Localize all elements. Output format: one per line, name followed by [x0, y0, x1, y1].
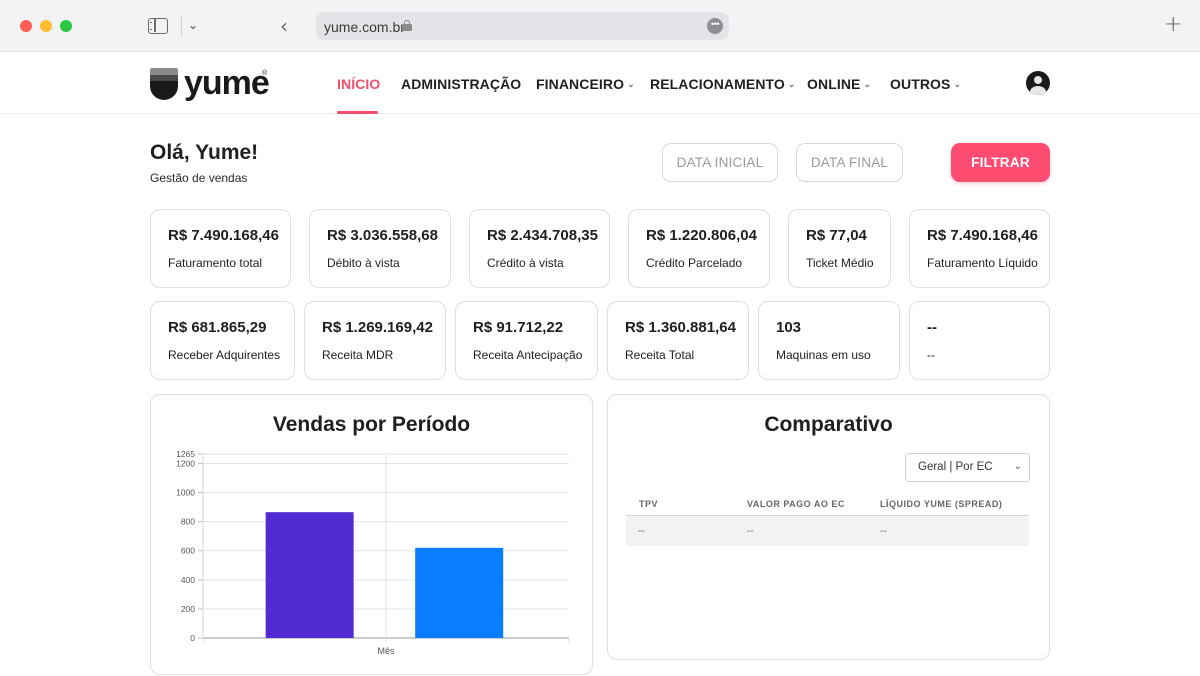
- y-tick-label: 800: [181, 517, 195, 527]
- kpi-label: Maquinas em uso: [776, 348, 871, 362]
- kpi-value: --: [927, 319, 937, 336]
- y-tick-label: 1265: [176, 449, 195, 459]
- sales-chart-panel: Vendas por Período 0 200 400 600 800 1000 1200…: [150, 394, 593, 675]
- column-header-tpv: TPV: [639, 499, 659, 509]
- back-arrow-icon[interactable]: ‹: [280, 14, 288, 38]
- kpi-label: Receita MDR: [322, 348, 394, 362]
- logo-mark-icon: [150, 68, 178, 100]
- page-title: Olá, Yume!: [150, 141, 259, 164]
- kpi-value: R$ 7.490.168,46: [168, 227, 279, 244]
- kpi-card: R$ 91.712,22 Receita Antecipação: [455, 301, 598, 380]
- kpi-label: Faturamento Líquido: [927, 256, 1038, 270]
- chevron-down-icon[interactable]: ⌄: [188, 18, 198, 32]
- kpi-value: R$ 7.490.168,46: [927, 227, 1038, 244]
- new-tab-icon[interactable]: +: [1164, 12, 1182, 37]
- bar-series-2: [415, 547, 504, 638]
- kpi-card: R$ 1.360.881,64 Receita Total: [607, 301, 749, 380]
- active-tab-indicator: [337, 111, 378, 114]
- filter-button[interactable]: FILTRAR: [951, 143, 1050, 182]
- kpi-card: R$ 3.036.558,68 Débito à vista: [309, 209, 451, 288]
- chevron-down-icon: ⌄: [1013, 461, 1022, 472]
- sidebar-toggle-icon[interactable]: [148, 18, 168, 34]
- address-bar[interactable]: yume.com.br •••: [316, 12, 729, 40]
- kpi-label: Receber Adquirentes: [168, 348, 281, 362]
- kpi-card: R$ 7.490.168,46 Faturamento total: [150, 209, 291, 288]
- kpi-label: Ticket Médio: [806, 256, 874, 270]
- kpi-card: R$ 2.434.708,35 Crédito à vista: [469, 209, 610, 288]
- chevron-down-icon: ⌄: [627, 79, 635, 89]
- y-tick-label: 200: [181, 604, 195, 614]
- kpi-value: R$ 91.712,22: [473, 319, 564, 336]
- chevron-down-icon: ⌄: [863, 79, 872, 89]
- table-cell: --: [880, 526, 887, 537]
- registered-mark: ®: [262, 70, 268, 77]
- kpi-card: R$ 77,04 Ticket Médio: [788, 209, 891, 288]
- y-tick-label: 600: [181, 546, 195, 556]
- kpi-card: R$ 681.865,29 Receber Adquirentes: [150, 301, 295, 380]
- minimize-window-button[interactable]: [40, 20, 52, 32]
- kpi-value: R$ 2.434.708,35: [487, 227, 598, 244]
- nav-item-administracao[interactable]: ADMINISTRAÇÃO: [401, 76, 521, 92]
- comparativo-title: Comparativo: [764, 413, 893, 436]
- lock-icon: [402, 20, 412, 31]
- sales-bar-chart: 0 200 400 600 800 1000 12001265 Mês: [176, 449, 570, 656]
- toolbar-divider: [181, 16, 182, 36]
- date-initial-button[interactable]: DATA INICIAL: [662, 143, 778, 182]
- nav-item-outros[interactable]: OUTROS ⌄: [890, 76, 961, 92]
- kpi-card: R$ 1.220.806,04 Crédito Parcelado: [628, 209, 770, 288]
- kpi-value: R$ 1.220.806,04: [646, 227, 757, 244]
- yume-logo[interactable]: yume ®: [150, 64, 270, 102]
- chevron-down-icon: ⌄: [953, 79, 962, 89]
- logo-wordmark: yume: [184, 64, 270, 102]
- kpi-value: R$ 681.865,29: [168, 319, 267, 336]
- table-row: -- -- --: [626, 516, 1029, 546]
- table-cell: --: [747, 526, 754, 537]
- kpi-card: 103 Maquinas em uso: [758, 301, 900, 380]
- kpi-card: R$ 7.490.168,46 Faturamento Líquido: [909, 209, 1050, 288]
- kpi-value: R$ 77,04: [806, 227, 867, 244]
- comparativo-panel: Comparativo Geral | Por EC ⌄ TPV VALOR P…: [607, 394, 1050, 660]
- browser-toolbar: ⌄ ‹ yume.com.br ••• +: [0, 0, 1200, 52]
- kpi-label: Receita Total: [625, 348, 695, 362]
- kpi-label: Débito à vista: [327, 256, 400, 270]
- comparativo-select[interactable]: Geral | Por EC ⌄: [905, 453, 1030, 482]
- page-subtitle: Gestão de vendas: [150, 171, 248, 185]
- maximize-window-button[interactable]: [60, 20, 72, 32]
- nav-item-financeiro[interactable]: FINANCEIRO ⌄: [536, 76, 635, 92]
- y-tick-label: 400: [181, 575, 195, 585]
- kpi-label: Faturamento total: [168, 256, 263, 270]
- kpi-value: R$ 3.036.558,68: [327, 227, 438, 244]
- kpi-value: 103: [776, 319, 802, 336]
- chevron-down-icon: ⌄: [787, 79, 796, 89]
- kpi-card: -- --: [909, 301, 1050, 380]
- select-value: Geral | Por EC: [918, 461, 993, 473]
- bar-series-1: [265, 512, 354, 638]
- x-axis-label: Mês: [377, 646, 395, 656]
- y-tick-label: 1000: [176, 488, 195, 498]
- url-text[interactable]: yume.com.br: [324, 19, 405, 35]
- kpi-card: R$ 1.269.169,42 Receita MDR: [304, 301, 446, 380]
- nav-item-inicio[interactable]: INÍCIO: [337, 76, 380, 92]
- main-navbar: yume ® INÍCIO ADMINISTRAÇÃO FINANCEIRO ⌄ …: [0, 52, 1200, 114]
- y-tick-label: 1200: [176, 458, 195, 468]
- kpi-label: Crédito Parcelado: [646, 256, 743, 270]
- kpi-value: R$ 1.360.881,64: [625, 319, 736, 336]
- kpi-value: R$ 1.269.169,42: [322, 319, 433, 336]
- date-final-button[interactable]: DATA FINAL: [796, 143, 903, 182]
- table-cell: --: [638, 526, 645, 537]
- kpi-label: Receita Antecipação: [473, 348, 583, 362]
- column-header-valor-pago: VALOR PAGO AO EC: [747, 499, 845, 509]
- kpi-label: --: [927, 348, 935, 362]
- nav-item-online[interactable]: ONLINE ⌄: [807, 76, 871, 92]
- y-tick-label: 0: [190, 633, 195, 643]
- more-options-icon[interactable]: •••: [707, 18, 723, 34]
- column-header-liquido: LÍQUIDO YUME (SPREAD): [880, 499, 1003, 509]
- nav-item-relacionamento[interactable]: RELACIONAMENTO ⌄: [650, 76, 796, 92]
- kpi-label: Crédito à vista: [487, 256, 564, 270]
- close-window-button[interactable]: [20, 20, 32, 32]
- user-avatar[interactable]: [1026, 71, 1050, 95]
